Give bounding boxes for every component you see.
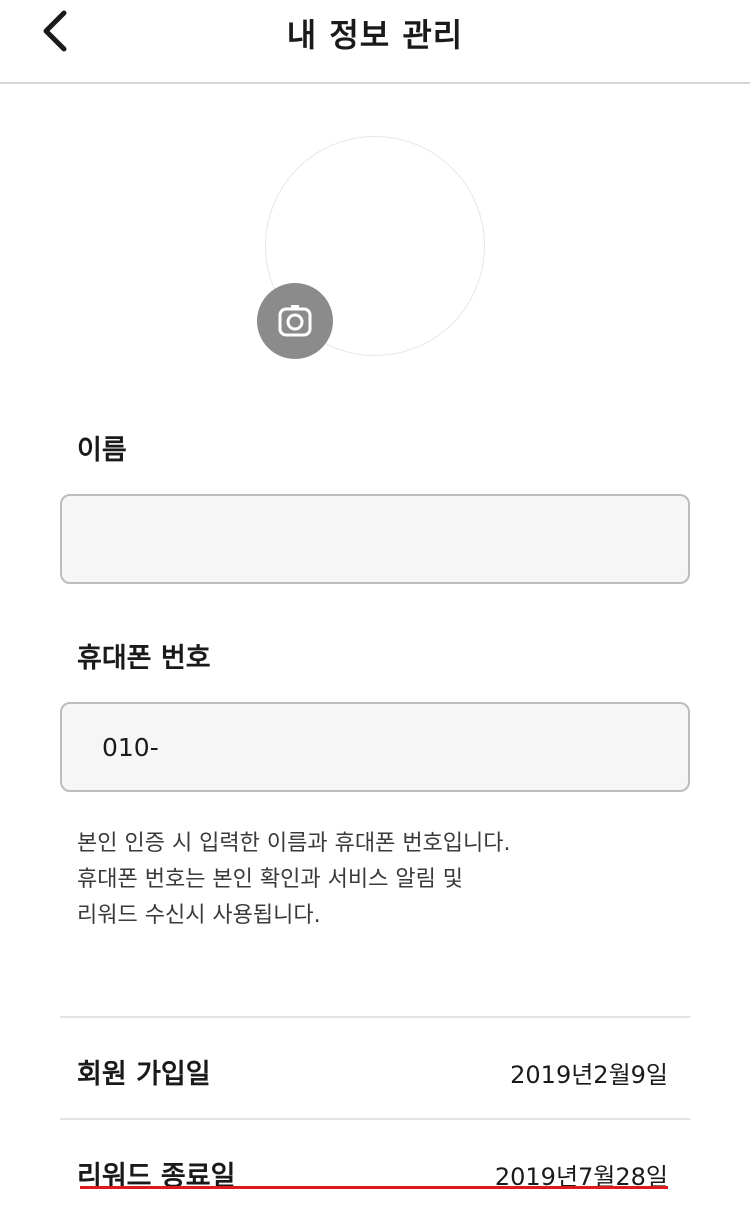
- page-title: 내 정보 관리: [286, 16, 464, 54]
- camera-icon: [278, 305, 312, 337]
- divider: [60, 1118, 690, 1120]
- phone-notice-text: 본인 인증 시 입력한 이름과 휴대폰 번호입니다. 휴대폰 번호는 본인 확인…: [77, 826, 511, 934]
- highlight-underline: [80, 1186, 668, 1189]
- change-photo-button[interactable]: [257, 283, 333, 359]
- name-label: 이름: [77, 435, 127, 466]
- divider: [60, 1016, 690, 1018]
- signup-date-value: 2019년2월9일: [510, 1061, 668, 1089]
- notice-line: 휴대폰 번호는 본인 확인과 서비스 알림 및: [77, 867, 464, 892]
- phone-label: 휴대폰 번호: [77, 643, 211, 674]
- signup-date-label: 회원 가입일: [77, 1059, 211, 1090]
- phone-field[interactable]: [60, 702, 690, 792]
- name-field[interactable]: [60, 494, 690, 584]
- notice-line: 본인 인증 시 입력한 이름과 휴대폰 번호입니다.: [77, 831, 511, 856]
- profile-photo-area: [257, 136, 485, 359]
- notice-line: 리워드 수신시 사용됩니다.: [77, 903, 321, 928]
- top-app-bar: 내 정보 관리: [0, 0, 750, 84]
